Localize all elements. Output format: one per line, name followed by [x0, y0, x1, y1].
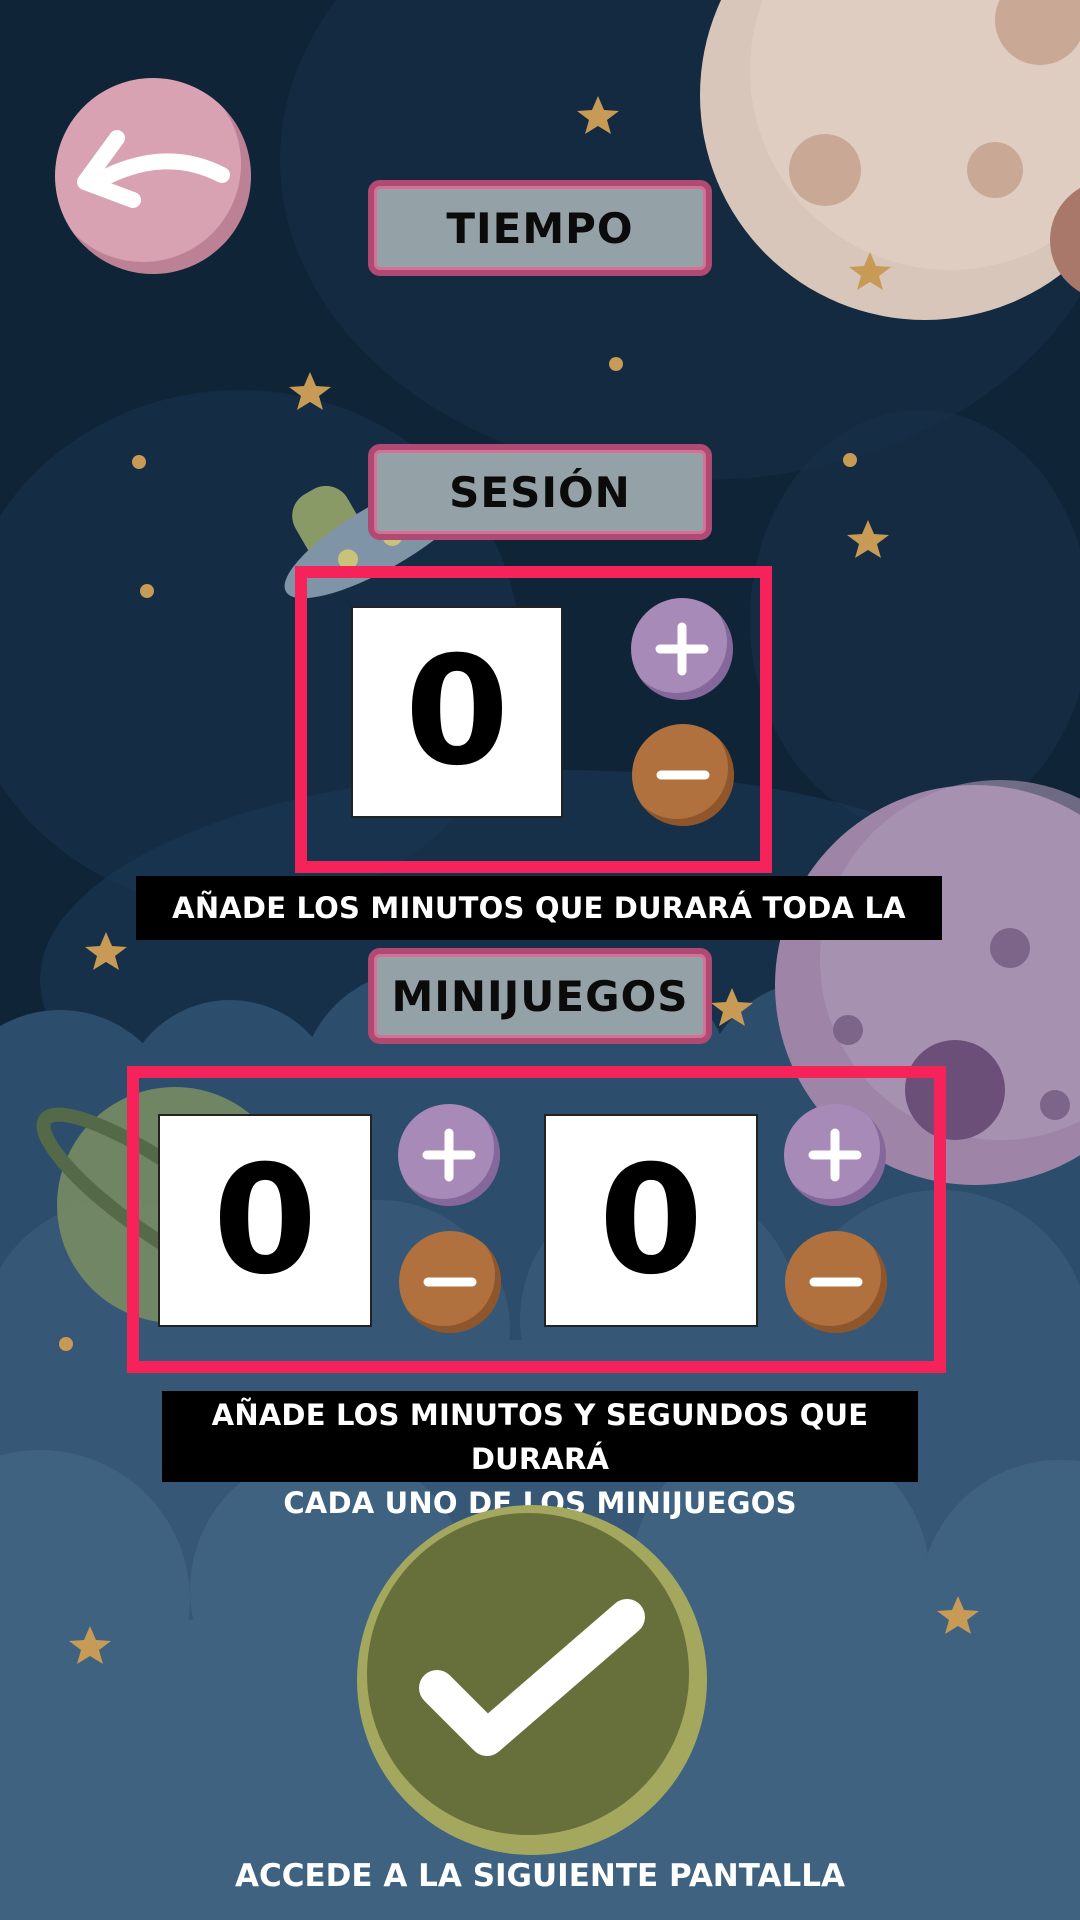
minigames-minutes-plus-button[interactable] [398, 1104, 500, 1206]
plus-icon [655, 622, 709, 676]
confirm-button[interactable] [357, 1505, 707, 1855]
minus-icon [423, 1277, 477, 1287]
minigames-seconds-minus-button[interactable] [785, 1231, 887, 1333]
minigames-minutes-value[interactable]: 0 [158, 1114, 372, 1327]
session-minutes-value[interactable]: 0 [351, 606, 563, 818]
session-label: SESIÓN [368, 444, 712, 540]
minigames-caption-line-1: AÑADE LOS MINUTOS Y SEGUNDOS QUE DURARÁ [211, 1398, 869, 1476]
page-title: TIEMPO [368, 180, 712, 276]
session-caption: AÑADE LOS MINUTOS QUE DURARÁ TODA LA SES… [136, 876, 942, 989]
minigames-caption: AÑADE LOS MINUTOS Y SEGUNDOS QUE DURARÁ … [162, 1391, 918, 1520]
checkmark-icon [419, 1599, 645, 1756]
back-button[interactable] [55, 78, 251, 274]
next-screen-caption: ACCEDE A LA SIGUIENTE PANTALLA [235, 1858, 845, 1894]
minus-icon [656, 770, 710, 780]
minus-icon [809, 1277, 863, 1287]
minigames-seconds-value[interactable]: 0 [544, 1114, 758, 1327]
session-minus-button[interactable] [632, 724, 734, 826]
session-plus-button[interactable] [631, 598, 733, 700]
plus-icon [422, 1128, 476, 1182]
minigames-seconds-plus-button[interactable] [784, 1104, 886, 1206]
arrow-left-icon [77, 130, 230, 208]
minigames-label: MINIJUEGOS [368, 948, 712, 1044]
plus-icon [808, 1128, 862, 1182]
minigames-minutes-minus-button[interactable] [399, 1231, 501, 1333]
